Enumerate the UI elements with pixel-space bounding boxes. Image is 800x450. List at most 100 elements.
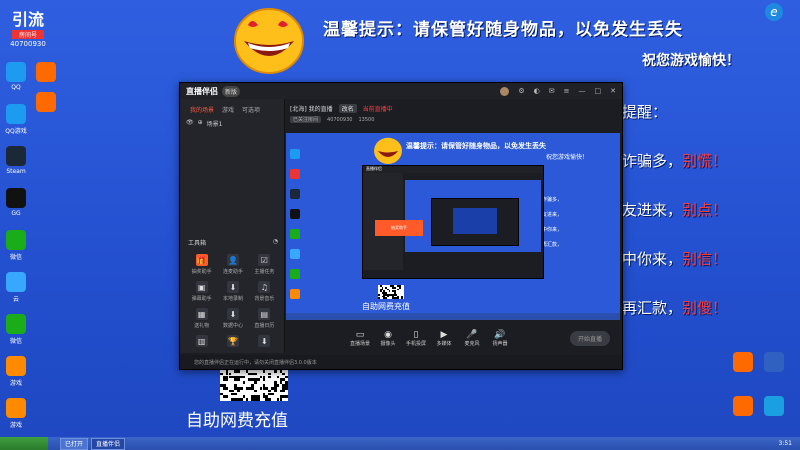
bottom-toolbar-label: 扬声器 <box>492 340 508 347</box>
toolbox-item-icon: ☑ <box>258 254 271 266</box>
taskbar-button[interactable]: 直播伴侣 <box>91 437 126 450</box>
desktop-icon[interactable]: 微信 <box>0 230 32 261</box>
toolbox-item[interactable]: ⬇ 本地录制 <box>217 281 248 302</box>
nested-preview <box>405 180 541 252</box>
desktop-icon[interactable]: QQ <box>0 62 32 91</box>
toolbox-item-icon: 🎁 <box>195 254 208 266</box>
rename-button[interactable]: 改名 <box>338 104 357 113</box>
app-icon <box>764 352 784 372</box>
toolbox-item-icon: ⬇ <box>226 308 239 320</box>
preview-desktop-icon <box>290 289 300 299</box>
desktop-icon[interactable]: 游戏 <box>0 398 32 429</box>
maximize-icon[interactable]: □ <box>595 87 602 95</box>
qr-cell <box>386 295 389 298</box>
toolbox-item[interactable]: ⬇ 数据中心 <box>217 308 248 329</box>
app-logo: 直播伴侣 <box>186 86 218 96</box>
toolbox-more-icon[interactable]: ◔ <box>273 238 278 247</box>
desktop-icon[interactable]: 云 <box>0 272 32 303</box>
preview-desktop-icon <box>290 169 300 179</box>
ie-icon[interactable]: e <box>765 3 783 21</box>
qr-cell <box>400 297 403 299</box>
toolbox-item[interactable]: 🏆 <box>217 335 248 349</box>
qr-cell <box>242 375 246 379</box>
warning-text: 诈骗多， <box>622 152 683 170</box>
preview-smiley-icon <box>374 137 402 164</box>
preview-desktop-icon <box>290 229 300 239</box>
qr-cell <box>399 286 401 289</box>
toolbox-item[interactable]: ☑ 主播任务 <box>249 254 280 275</box>
desktop-icon[interactable]: QQ游戏 <box>0 104 32 135</box>
app-icon <box>36 92 56 112</box>
app-icon <box>6 398 26 418</box>
toolbox-item-icon: ▣ <box>195 281 208 293</box>
desktop: 引流 房间号 40700930 QQ QQ游戏 Steam GG 微信云微信 游戏 游戏 温… <box>0 0 800 437</box>
toolbox-item[interactable]: ♫ 背景音乐 <box>249 281 280 302</box>
tab-game[interactable]: 游戏 <box>222 105 234 114</box>
settings-icon[interactable]: ⚙ <box>518 87 524 95</box>
scene-item[interactable]: 👁 ⊕ 场景1 <box>180 117 284 130</box>
desktop-icon-label: 微信 <box>9 254 22 261</box>
bottom-toolbar-item[interactable]: ◉ 摄像头 <box>374 330 402 347</box>
toolbox-item[interactable]: ▣ 弹幕助手 <box>186 281 217 302</box>
taskbar-buttons: 已打开 直播伴侣 <box>60 437 128 450</box>
bottom-toolbar-label: 手机投屏 <box>405 340 426 347</box>
toolbox-item[interactable]: 👤 连麦助手 <box>217 254 248 275</box>
qr-cell <box>256 398 260 401</box>
toolbox-item-icon: 👤 <box>226 254 239 266</box>
toolbox-item[interactable]: ▤ 直播日历 <box>249 308 280 329</box>
bottom-toolbar-item[interactable]: ▶ 多媒体 <box>430 330 458 347</box>
desktop-icon[interactable]: Steam <box>0 146 32 175</box>
app-icon <box>6 356 26 376</box>
desktop-icon[interactable] <box>756 352 792 372</box>
toolbox-item[interactable]: ▥ <box>186 335 217 349</box>
warning-line: 提醒： <box>622 101 667 122</box>
toolbox-item[interactable]: 🎁 抽奖助手 <box>186 254 217 275</box>
menu-icon[interactable]: ≡ <box>564 87 570 95</box>
stream-preview[interactable]: 温馨提示：请保管好随身物品，以免发生丢失 祝您游戏愉快！ 诈骗多， 友进来， 中… <box>286 133 620 320</box>
start-live-button[interactable]: 开始直播 <box>569 330 610 346</box>
avatar[interactable] <box>500 86 510 96</box>
desktop-icon[interactable]: 游戏 <box>0 356 32 387</box>
preview-banner: 温馨提示：请保管好随身物品，以免发生丢失 <box>406 142 546 150</box>
taskbar-button[interactable]: 已打开 <box>60 437 89 450</box>
minimize-icon[interactable]: — <box>579 87 586 95</box>
live-status: 当前直播中 <box>362 106 393 113</box>
warning-text: 中你来， <box>622 250 683 268</box>
tab-options[interactable]: 可选项 <box>242 105 260 114</box>
toolbox-item-label: 主播任务 <box>254 269 275 275</box>
preview-warning-4: 再汇款， <box>542 242 563 248</box>
desktop-icon[interactable] <box>30 92 62 112</box>
toolbox-item-icon: ▥ <box>195 335 208 347</box>
desktop-icon-label: QQ游戏 <box>5 128 27 135</box>
tab-scene[interactable]: 我的场景 <box>190 105 214 114</box>
desktop-icon[interactable] <box>30 62 62 82</box>
bottom-toolbar-item[interactable]: 🔊 扬声器 <box>486 330 514 347</box>
qr-cell <box>397 297 399 299</box>
close-icon[interactable]: ✕ <box>610 87 616 95</box>
desktop-icon[interactable]: GG <box>0 188 32 217</box>
qr-cell <box>242 381 246 384</box>
bottom-toolbar-item[interactable]: 🎤 麦克风 <box>458 330 486 347</box>
bottom-toolbar-item[interactable]: ▯ 手机投屏 <box>402 330 430 347</box>
toolbox-item-icon: ▦ <box>195 308 208 320</box>
qr-cell <box>239 386 243 390</box>
bottom-toolbar-icon: ▯ <box>413 329 419 340</box>
eye-icon[interactable]: 👁 <box>186 119 194 128</box>
desktop-icon[interactable] <box>756 396 792 416</box>
qr-code <box>220 367 288 401</box>
desktop-icon-label: Steam <box>6 168 26 175</box>
window-titlebar[interactable]: 直播伴侣 新版 ⚙ ◐ ✉ ≡ — □ ✕ <box>180 83 622 99</box>
skin-icon[interactable]: ◐ <box>534 87 540 95</box>
lock-icon[interactable]: ⊕ <box>198 119 203 128</box>
desktop-icon[interactable]: 微信 <box>0 314 32 345</box>
warning-line: 中你来，别信！ <box>622 248 727 269</box>
viewer-count: 13500 <box>358 116 375 123</box>
start-button[interactable] <box>0 437 48 450</box>
bottom-toolbar-item[interactable]: ▭ 直播场景 <box>346 330 374 347</box>
toolbox-item[interactable]: ⬇ <box>249 335 280 349</box>
message-icon[interactable]: ✉ <box>549 87 555 95</box>
tray-clock[interactable]: 3:51 <box>779 440 800 447</box>
preview-warning-1: 诈骗多， <box>542 197 563 203</box>
desktop-icon-label: 游戏 <box>9 422 22 429</box>
toolbox-item[interactable]: ▦ 送礼物 <box>186 308 217 329</box>
